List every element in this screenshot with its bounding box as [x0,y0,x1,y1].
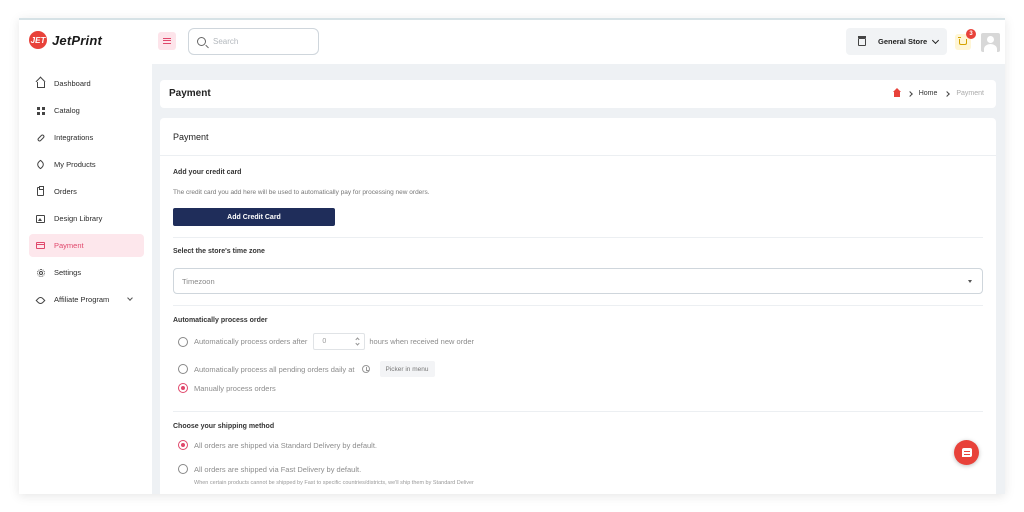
radio-manual[interactable] [178,383,188,393]
chevron-down-icon [127,295,133,301]
sidebar-item-label: Catalog [54,106,80,115]
cart-icon [958,37,967,45]
caret-down-icon [968,280,972,283]
option-label: All orders are shipped via Standard Deli… [194,440,378,450]
sidebar-item-label: Orders [54,187,77,196]
timezone-value: Timezoon [182,276,215,286]
sidebar-item-settings[interactable]: Settings [29,261,144,284]
fast-delivery-option[interactable]: All orders are shipped via Fast Delivery… [178,464,361,474]
store-name: General Store [878,37,928,46]
search-box[interactable] [188,28,319,55]
sidebar-item-payment[interactable]: Payment [29,234,144,257]
user-avatar[interactable] [981,33,1000,52]
time-picker[interactable]: Picker in menu [379,361,435,377]
shipping-section-title: Choose your shipping method [173,423,275,430]
store-icon [858,35,866,46]
standard-delivery-option[interactable]: All orders are shipped via Standard Deli… [178,440,377,450]
chevron-down-icon [932,36,940,44]
sidebar-item-affiliate-program[interactable]: Affiliate Program [29,288,144,311]
gear-icon [36,268,45,277]
breadcrumb-home-link[interactable]: Home [919,90,938,97]
hamburger-menu-button[interactable] [158,32,176,50]
search-input[interactable] [213,37,313,46]
clipboard-icon [37,186,44,196]
sidebar-item-label: Integrations [54,133,94,142]
sidebar-item-catalog[interactable]: Catalog [29,99,144,122]
store-selector[interactable]: General Store [846,28,947,55]
sidebar-item-label: Affiliate Program [54,295,110,304]
tag-icon [35,159,46,170]
radio-standard-delivery[interactable] [178,440,188,450]
card-title: Payment [173,132,209,142]
chat-button[interactable] [954,440,979,465]
top-bar: JET JetPrint General Store 3 [19,20,1005,64]
option-label: Automatically process orders after [194,337,308,346]
sidebar-item-dashboard[interactable]: Dashboard [29,72,144,95]
sidebar-item-orders[interactable]: Orders [29,180,144,203]
breadcrumb-current: Payment [956,90,984,97]
image-icon [36,214,45,223]
divider [173,237,983,238]
divider [173,305,983,306]
payment-card: Payment Add your credit card The credit … [160,118,996,494]
fast-delivery-note: When certain products cannot be shipped … [194,480,474,486]
divider [160,155,996,156]
cart-count-badge: 3 [966,29,976,39]
sidebar-item-label: Design Library [54,214,103,223]
page-header: Payment Home Payment [160,80,996,108]
logo[interactable]: JET JetPrint [29,31,102,49]
chevron-down-icon[interactable] [355,341,361,346]
radio-auto-after[interactable] [178,336,188,347]
add-credit-card-button[interactable]: Add Credit Card [173,208,335,226]
app-window: JET JetPrint General Store 3 Dashboard C… [19,18,1005,494]
option-label-suffix: hours when received new order [369,337,475,346]
option-label: Automatically process all pending orders… [194,364,355,374]
sidebar-item-integrations[interactable]: Integrations [29,126,144,149]
radio-auto-daily[interactable] [178,364,188,374]
sidebar-item-design-library[interactable]: Design Library [29,207,144,230]
timezone-section-title: Select the store's time zone [173,248,265,255]
link-icon [36,133,45,142]
manual-process-option[interactable]: Manually process orders [178,383,276,393]
chat-icon [961,448,972,457]
credit-card-section-title: Add your credit card [173,169,242,176]
sidebar-item-label: Dashboard [54,79,91,88]
option-label: Manually process orders [194,383,276,393]
search-icon [197,37,206,46]
sidebar-item-my-products[interactable]: My Products [29,153,144,176]
brand-name: JetPrint [52,32,103,48]
sidebar: Dashboard Catalog Integrations My Produc… [19,64,152,494]
credit-card-description: The credit card you add here will be use… [173,189,430,196]
sidebar-item-label: My Products [54,160,96,169]
home-icon [36,82,45,88]
auto-process-daily-option[interactable]: Automatically process all pending orders… [178,361,435,377]
logo-mark: JET [29,31,47,49]
breadcrumb: Home Payment [892,88,984,97]
timezone-select[interactable]: Timezoon [173,268,983,294]
sidebar-item-label: Payment [54,241,84,250]
sidebar-item-label: Settings [54,268,82,277]
page-title: Payment [169,88,211,99]
auto-process-after-option[interactable]: Automatically process orders after 0 hou… [178,333,474,350]
radio-fast-delivery[interactable] [178,464,188,474]
chevron-right-icon [944,90,951,97]
hours-value: 0 [322,338,327,345]
grid-icon [36,106,45,115]
hamburger-icon [163,38,171,44]
heart-icon [35,295,46,305]
auto-process-section-title: Automatically process order [173,317,268,324]
credit-card-icon [36,242,45,249]
hours-stepper[interactable]: 0 [313,333,366,350]
divider [173,411,983,412]
chevron-right-icon [906,90,913,97]
option-label: All orders are shipped via Fast Delivery… [194,464,362,474]
main-content: Payment Home Payment Payment Add your cr… [152,64,1005,494]
clock-icon [361,365,370,373]
home-icon[interactable] [892,88,901,97]
